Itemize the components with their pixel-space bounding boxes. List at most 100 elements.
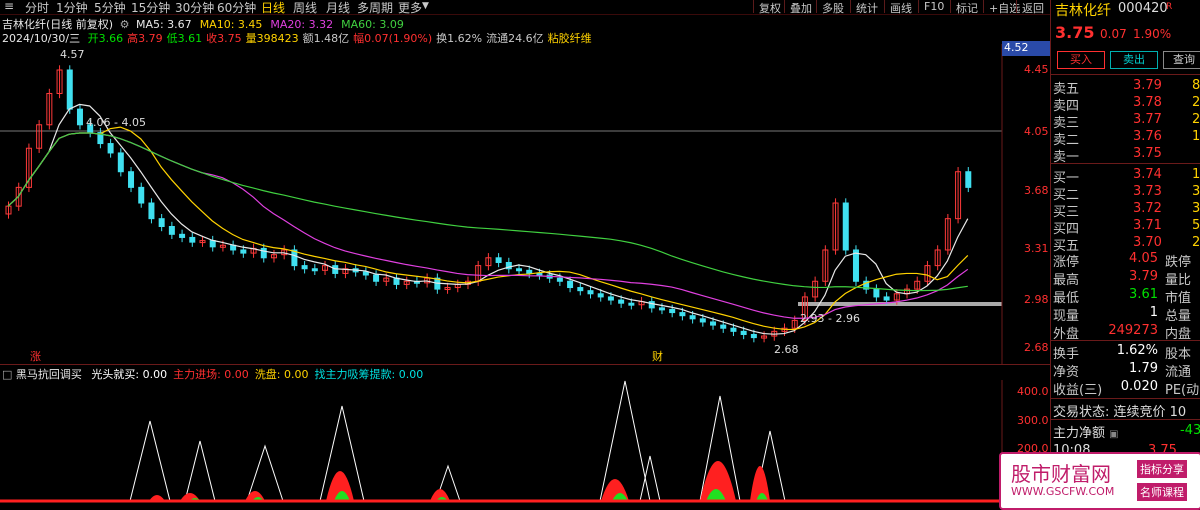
tab-period-more[interactable]: 更多 <box>398 0 422 16</box>
support-label: 2.93 - 2.96 <box>800 312 860 325</box>
orderbook-price[interactable]: 3.76 <box>1133 129 1162 144</box>
stat-label: 市值 <box>1165 291 1192 306</box>
orderbook-volume: 3 <box>1192 201 1200 216</box>
candle-body <box>148 202 155 220</box>
draw-line-button[interactable]: 画线 <box>884 0 917 15</box>
adjust-button[interactable]: 复权 <box>753 0 786 15</box>
candle-body <box>648 301 655 309</box>
candle-body <box>260 247 267 259</box>
stat-value: 249273 <box>1108 323 1158 338</box>
tab-period-week[interactable]: 周线 <box>293 0 317 16</box>
candlestick-chart[interactable] <box>0 44 1050 364</box>
stat-value: 0.020 <box>1120 379 1158 394</box>
orderbook-price[interactable]: 3.79 <box>1133 78 1162 93</box>
candle-body <box>852 249 859 282</box>
stat-label: 最低 <box>1053 291 1080 306</box>
candle-body <box>750 333 757 339</box>
candle-body <box>842 202 849 251</box>
candle-body <box>373 274 380 282</box>
candle-body <box>730 327 737 332</box>
candle-body <box>189 236 196 243</box>
candle-body <box>128 171 135 188</box>
orderbook-price[interactable]: 3.73 <box>1133 184 1162 199</box>
stat-label: 股本 <box>1165 347 1192 362</box>
candle-body <box>587 290 594 295</box>
statistics-button[interactable]: 统计 <box>850 0 883 15</box>
stat-label: PE(动 <box>1165 383 1200 398</box>
resistance-label: 4.06 - 4.05 <box>86 116 146 129</box>
tab-period-30min[interactable]: 30分钟 <box>175 0 214 16</box>
f10-button[interactable]: F10 <box>918 0 949 13</box>
candle-body <box>362 271 369 276</box>
tab-period-15min[interactable]: 15分钟 <box>131 0 170 16</box>
chevron-down-icon[interactable]: ▼ <box>422 1 429 11</box>
candle-body <box>66 69 73 110</box>
price-tick: 2.68 <box>1024 341 1049 354</box>
price-axis: 4.52 4.45 4.05 3.68 3.31 2.98 2.68 <box>1002 0 1052 370</box>
orderbook-price[interactable]: 3.75 <box>1133 146 1162 161</box>
stat-label: 流通 <box>1165 365 1192 380</box>
rzrq-badge: R <box>1166 2 1173 12</box>
orderbook-price[interactable]: 3.78 <box>1133 95 1162 110</box>
candle-body <box>628 302 635 306</box>
orderbook-price[interactable]: 3.74 <box>1133 167 1162 182</box>
query-button[interactable]: 查询 <box>1163 51 1200 69</box>
tab-period-fenshi[interactable]: 分时 <box>25 0 49 16</box>
chart-menu-icon[interactable]: ≡ <box>4 0 14 13</box>
candle-body <box>158 218 165 227</box>
price-tick: 4.05 <box>1024 125 1049 138</box>
candle-body <box>567 280 574 289</box>
tab-period-1min[interactable]: 1分钟 <box>56 0 88 16</box>
buy-button[interactable]: 买入 <box>1057 51 1105 69</box>
tab-period-5min[interactable]: 5分钟 <box>94 0 126 16</box>
orderbook-price[interactable]: 3.71 <box>1133 218 1162 233</box>
multi-stock-button[interactable]: 多股 <box>816 0 849 15</box>
candle-body <box>301 265 308 270</box>
tab-period-multi[interactable]: 多周期 <box>357 0 393 16</box>
stat-label: 跌停 <box>1165 255 1192 270</box>
indicator-line <box>639 455 661 502</box>
candle-body <box>740 330 747 335</box>
sell-button[interactable]: 卖出 <box>1110 51 1158 69</box>
stock-name: 吉林化纤 <box>1055 3 1111 19</box>
ad-banner[interactable]: 股市财富网 WWW.GSCFW.COM 指标分享 名师课程 <box>999 452 1200 510</box>
tab-period-day[interactable]: 日线 <box>261 0 285 16</box>
tab-period-month[interactable]: 月线 <box>326 0 350 16</box>
pane-divider <box>0 364 1050 365</box>
orderbook-price[interactable]: 3.72 <box>1133 201 1162 216</box>
mark-button[interactable]: 标记 <box>950 0 983 15</box>
main-flow-label: 主力净额 ▣ <box>1053 426 1119 441</box>
event-marker[interactable]: 涨 <box>30 348 41 364</box>
tab-period-60min[interactable]: 60分钟 <box>217 0 256 16</box>
indicator-chart[interactable] <box>0 380 1050 508</box>
candle-body <box>117 152 124 173</box>
orderbook-price[interactable]: 3.77 <box>1133 112 1162 127</box>
event-marker[interactable]: 财 <box>652 348 663 364</box>
price-tick: 3.31 <box>1024 242 1049 255</box>
stat-label: 涨停 <box>1053 255 1080 270</box>
trade-state: 交易状态: 连续竞价 10 <box>1053 405 1187 420</box>
stat-value: 3.61 <box>1129 287 1158 302</box>
price-tick: 4.45 <box>1024 63 1049 76</box>
price-tick: 2.98 <box>1024 293 1049 306</box>
ad-title: 股市财富网 <box>1011 462 1111 486</box>
candle-body <box>107 143 114 154</box>
candle-body <box>311 268 318 272</box>
candle-body <box>516 268 523 272</box>
stat-label: 最高 <box>1053 273 1080 288</box>
candle-body <box>607 296 614 301</box>
overlay-button[interactable]: 叠加 <box>784 0 817 15</box>
candle-body <box>209 240 216 248</box>
ad-tag: 名师课程 <box>1137 483 1187 501</box>
orderbook-volume: 2 <box>1192 112 1200 127</box>
candle-body <box>526 269 533 274</box>
low-marker: 2.68 <box>774 343 799 356</box>
candle-body <box>138 186 145 204</box>
orderbook-price[interactable]: 3.70 <box>1133 235 1162 250</box>
ma-line <box>7 103 969 335</box>
candle-body <box>168 225 175 235</box>
indicator-tick: 300.0 <box>1017 414 1049 427</box>
ad-tag: 指标分享 <box>1137 460 1187 478</box>
candle-body <box>495 257 502 263</box>
candle-body <box>658 307 665 311</box>
